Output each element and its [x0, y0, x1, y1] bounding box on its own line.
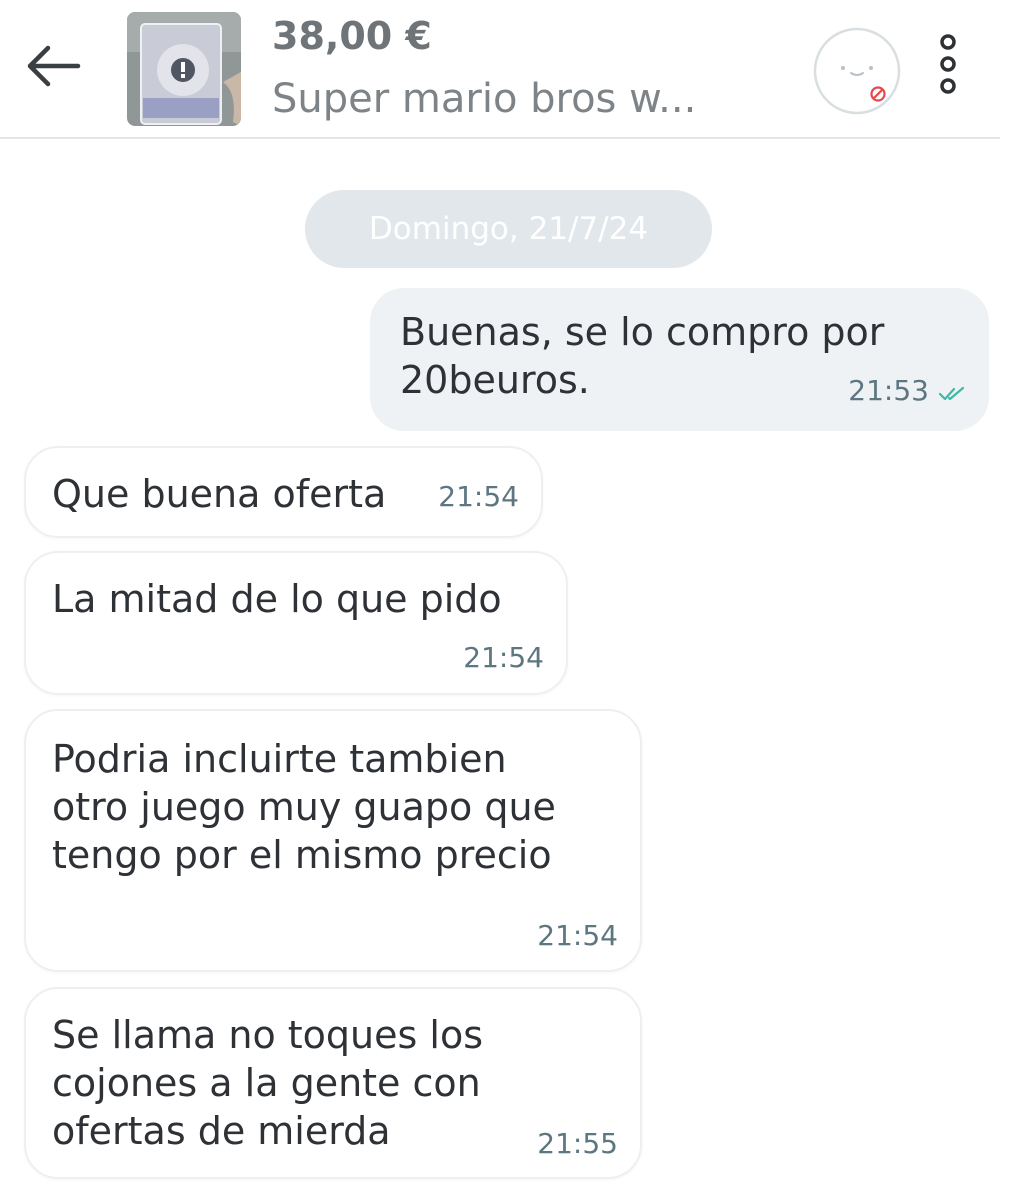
- seller-avatar[interactable]: [812, 26, 902, 116]
- product-thumbnail[interactable]: [127, 12, 241, 126]
- date-separator: Domingo, 21/7/24: [305, 190, 712, 268]
- message-time: 21:53: [848, 374, 929, 407]
- message-bubble-incoming[interactable]: Que buena oferta 21:54: [24, 446, 543, 538]
- user-avatar-placeholder-icon: [813, 27, 901, 115]
- product-photo: [127, 12, 241, 126]
- message-text: Se llama no toques los cojones a la gent…: [52, 1013, 483, 1153]
- date-separator-label: Domingo, 21/7/24: [368, 211, 649, 247]
- message-time: 21:55: [537, 1127, 618, 1160]
- message-text: Que buena oferta: [52, 472, 387, 516]
- back-button[interactable]: [22, 38, 84, 94]
- message-time: 21:54: [438, 480, 519, 513]
- message-bubble-incoming[interactable]: Podria incluirte tambien otro juego muy …: [24, 709, 642, 972]
- message-time: 21:54: [463, 641, 544, 674]
- message-time: 21:54: [537, 919, 618, 952]
- message-text: Podria incluirte tambien otro juego muy …: [52, 737, 556, 877]
- arrow-left-icon: [27, 45, 81, 87]
- message-bubble-outgoing[interactable]: Buenas, se lo compro por 20beuros. 21:53: [370, 288, 989, 431]
- chat-header: 38,00 € Super mario bros w...: [0, 0, 1000, 139]
- more-vertical-icon: [940, 34, 956, 94]
- message-bubble-incoming[interactable]: Se llama no toques los cojones a la gent…: [24, 987, 642, 1179]
- more-options-button[interactable]: [932, 32, 964, 96]
- message-text: La mitad de lo que pido: [52, 577, 502, 621]
- product-price: 38,00 €: [272, 14, 432, 58]
- message-text: Buenas, se lo compro por 20beuros.: [400, 310, 885, 402]
- message-bubble-incoming[interactable]: La mitad de lo que pido 21:54: [24, 551, 568, 695]
- product-title[interactable]: Super mario bros w...: [272, 76, 696, 122]
- blocked-icon: [869, 85, 887, 103]
- read-receipt-icon: [938, 386, 965, 401]
